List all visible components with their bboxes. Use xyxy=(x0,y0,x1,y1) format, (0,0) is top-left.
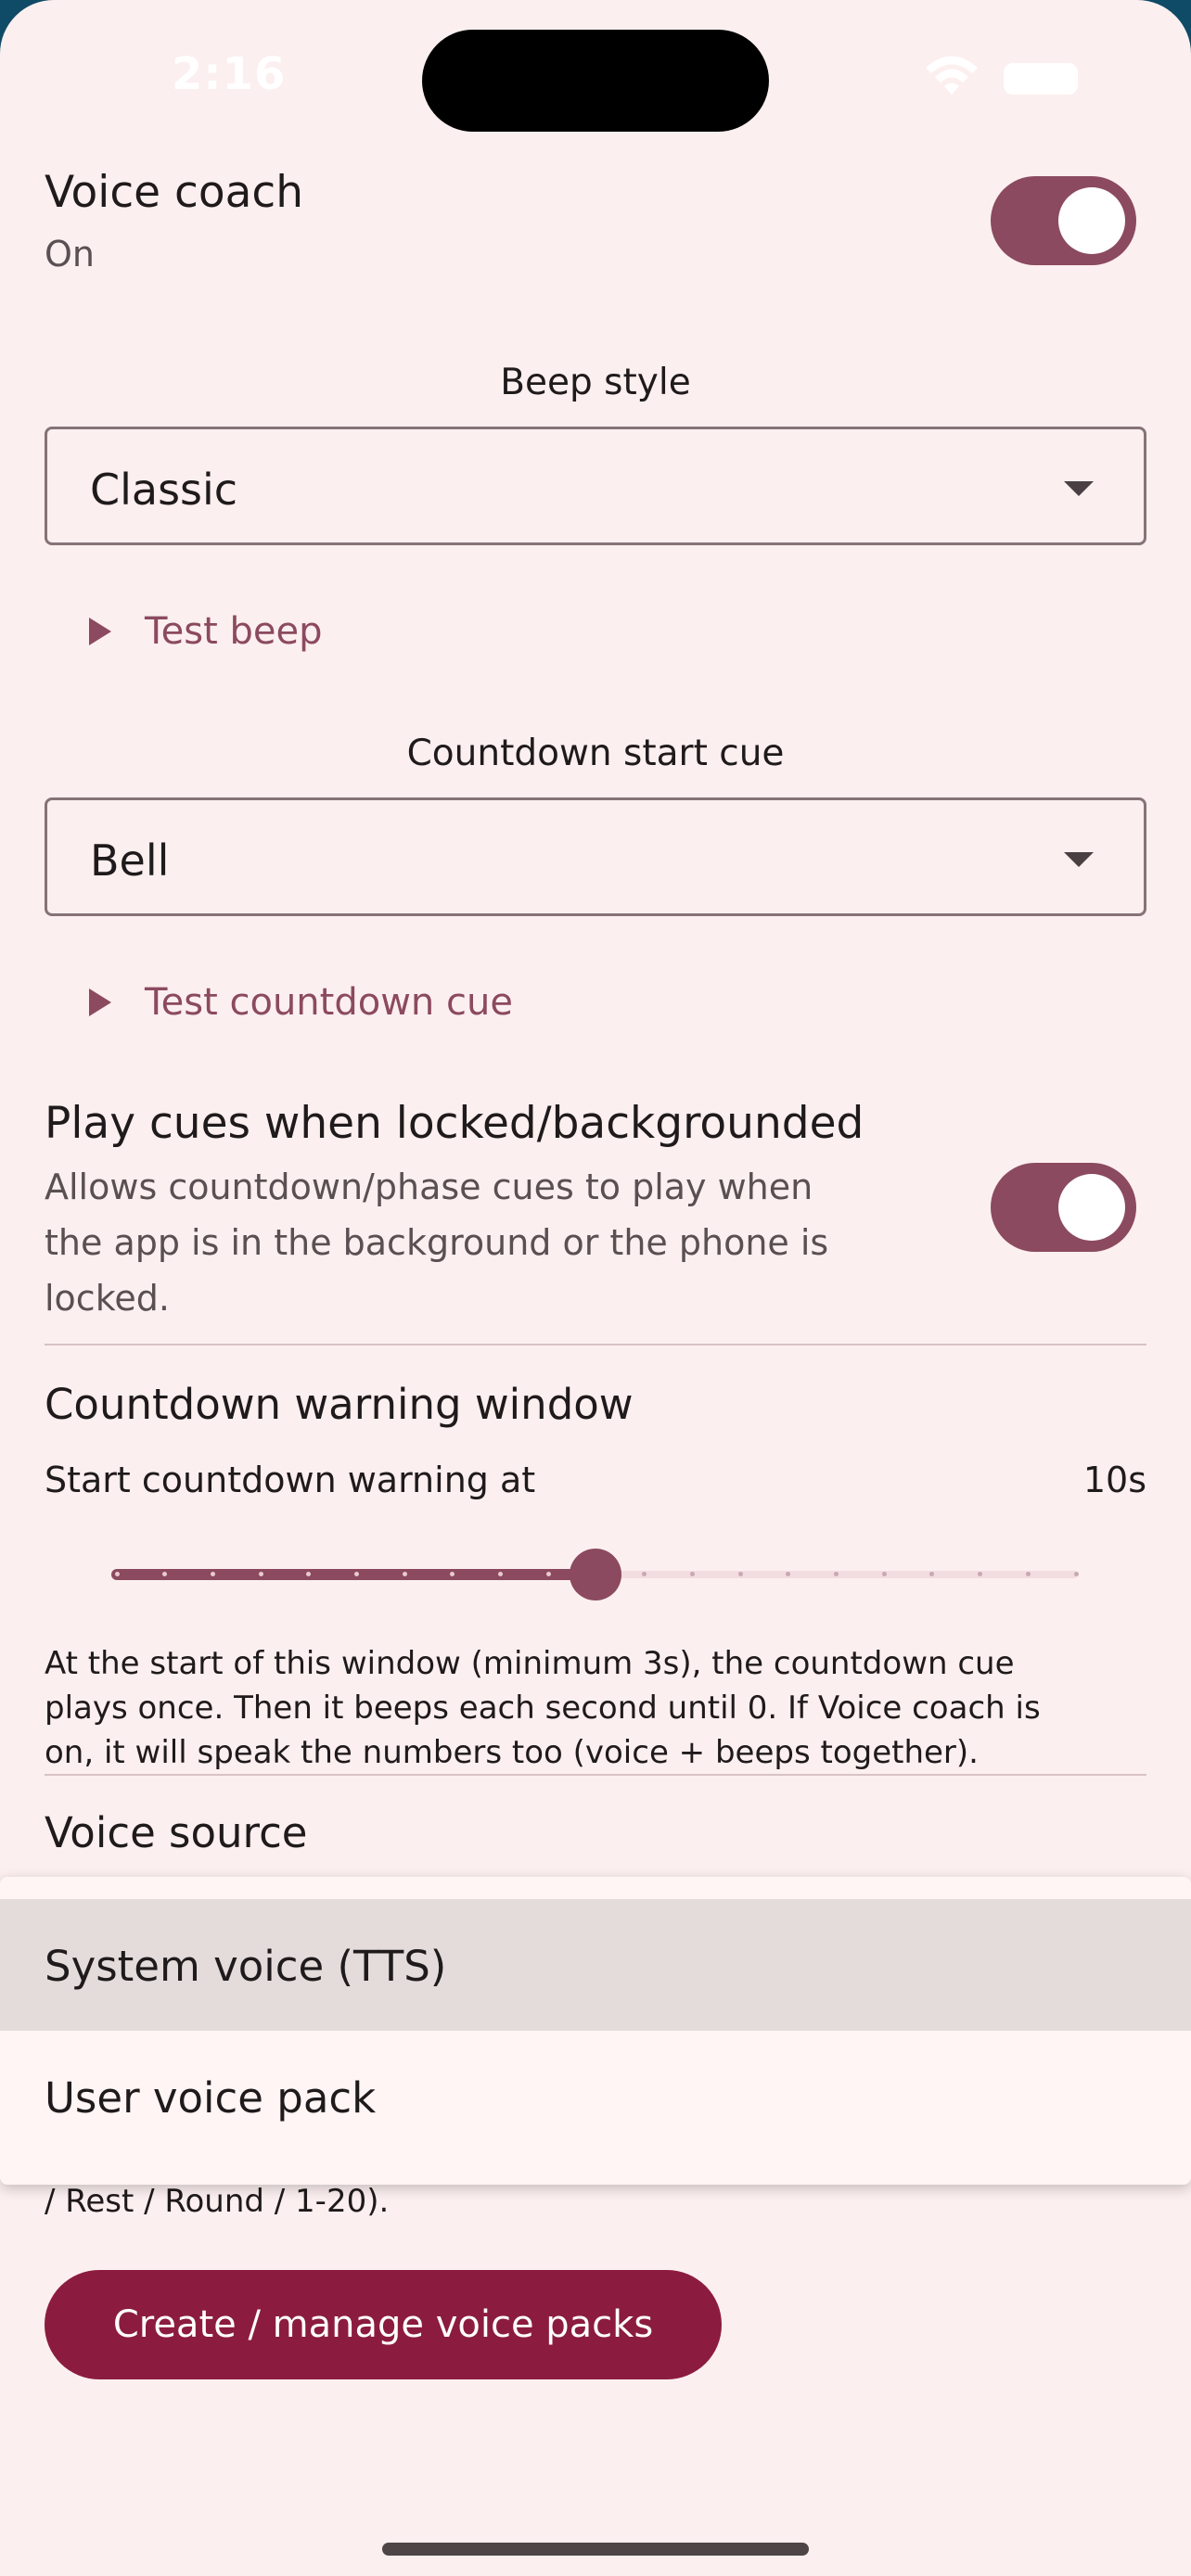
home-indicator[interactable] xyxy=(382,2543,809,2556)
caret-down-icon xyxy=(1064,852,1094,867)
dynamic-island xyxy=(422,30,769,132)
test-countdown-cue-label: Test countdown cue xyxy=(145,981,513,1024)
slider-tick xyxy=(114,1572,120,1576)
play-icon xyxy=(89,988,111,1016)
test-beep-label: Test beep xyxy=(145,610,323,653)
toggle-knob xyxy=(1058,187,1125,254)
caret-down-icon xyxy=(1064,481,1094,496)
slider-tick xyxy=(737,1572,743,1576)
description-line: locked. xyxy=(45,1278,170,1319)
menu-item-user-voice-pack[interactable]: User voice pack xyxy=(0,2031,1191,2162)
divider xyxy=(45,1774,1146,1776)
voice-coach-toggle[interactable] xyxy=(991,176,1136,265)
voice-source-title: Voice source xyxy=(45,1808,308,1857)
test-beep-button[interactable]: Test beep xyxy=(89,594,322,669)
background-cues-toggle[interactable] xyxy=(991,1163,1136,1252)
background-cues-description: Allows countdown/phase cues to play when… xyxy=(45,1159,935,1326)
wifi-icon xyxy=(926,56,978,95)
toggle-knob xyxy=(1058,1174,1125,1241)
slider-tick xyxy=(258,1572,263,1576)
countdown-cue-label: Countdown start cue xyxy=(406,733,785,774)
slider-tick xyxy=(834,1572,839,1576)
countdown-warning-value: 10s xyxy=(1082,1460,1146,1500)
countdown-warning-title: Countdown warning window xyxy=(45,1380,634,1429)
description-line: on, it will speak the numbers too (voice… xyxy=(45,1734,979,1771)
slider-tick xyxy=(210,1572,215,1576)
screen: 2:16 Voice coach On Beep style Classic T… xyxy=(0,0,1191,2576)
beep-style-dropdown[interactable]: Classic xyxy=(45,427,1146,545)
beep-style-label: Beep style xyxy=(500,362,691,403)
slider-tick xyxy=(1073,1572,1079,1576)
menu-item-system-voice[interactable]: System voice (TTS) xyxy=(0,1899,1191,2031)
description-line: At the start of this window (minimum 3s)… xyxy=(45,1645,1015,1682)
status-time: 2:16 xyxy=(172,48,287,100)
manage-voice-packs-button[interactable]: Create / manage voice packs xyxy=(45,2270,722,2379)
description-line: the app is in the background or the phon… xyxy=(45,1222,829,1263)
battery-icon xyxy=(1004,63,1078,95)
countdown-cue-value: Bell xyxy=(90,835,170,886)
menu-item-label: System voice (TTS) xyxy=(45,1942,447,1991)
voice-coach-title: Voice coach xyxy=(45,167,304,218)
description-line: plays once. Then it beeps each second un… xyxy=(45,1690,1041,1727)
slider-tick xyxy=(545,1572,551,1576)
divider xyxy=(45,1344,1146,1345)
countdown-cue-dropdown[interactable]: Bell xyxy=(45,797,1146,916)
slider-thumb[interactable] xyxy=(570,1549,621,1600)
play-icon xyxy=(89,618,111,645)
test-countdown-cue-button[interactable]: Test countdown cue xyxy=(89,965,513,1039)
countdown-warning-description: At the start of this window (minimum 3s)… xyxy=(45,1641,1148,1775)
slider-track-active[interactable] xyxy=(111,1569,596,1580)
slider-tick xyxy=(1025,1572,1031,1576)
slider-tick xyxy=(881,1572,887,1576)
menu-item-label: User voice pack xyxy=(45,2073,377,2123)
slider-tick xyxy=(689,1572,695,1576)
description-line: Allows countdown/phase cues to play when xyxy=(45,1167,813,1207)
countdown-warning-slider-label: Start countdown warning at xyxy=(45,1460,536,1500)
slider-tick xyxy=(354,1572,359,1576)
voice-source-menu: System voice (TTS) User voice pack xyxy=(0,1877,1191,2185)
voice-coach-state: On xyxy=(45,234,95,274)
slider-tick xyxy=(402,1572,407,1576)
voice-source-partial-text: / Rest / Round / 1-20). xyxy=(45,2183,390,2220)
background-cues-title: Play cues when locked/backgrounded xyxy=(45,1098,864,1149)
beep-style-value: Classic xyxy=(90,465,238,515)
